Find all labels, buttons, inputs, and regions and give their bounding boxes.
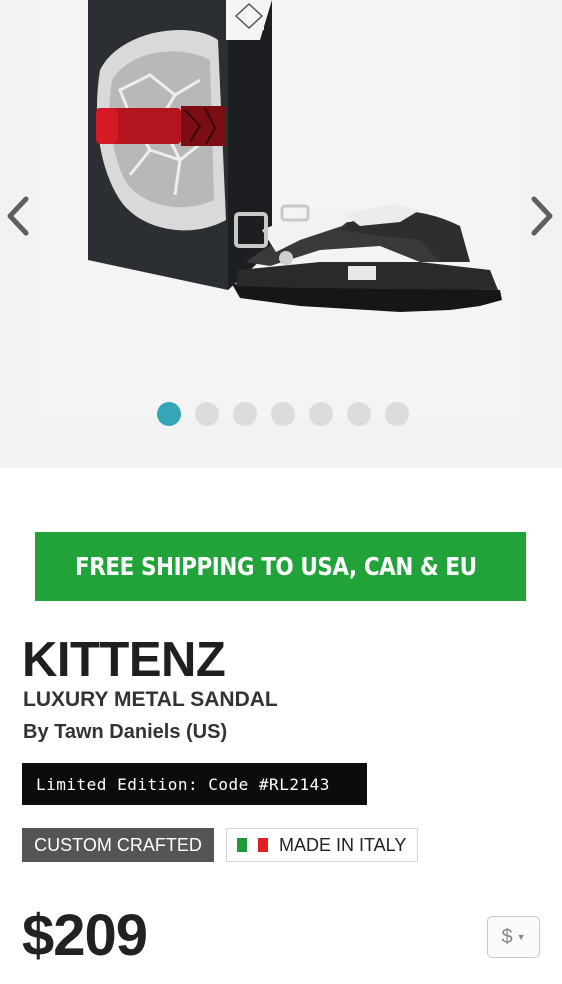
carousel-dot[interactable] — [309, 402, 333, 426]
currency-value: $ — [501, 925, 513, 948]
chevron-right-icon — [531, 196, 553, 236]
designer-link[interactable]: Tawn Daniels (US) — [54, 721, 227, 743]
carousel-dot[interactable] — [233, 402, 257, 426]
product-price: $209 — [22, 903, 148, 968]
carousel-dot[interactable] — [271, 402, 295, 426]
made-in-label: MADE IN ITALY — [279, 834, 407, 855]
prev-image-button[interactable] — [0, 192, 36, 240]
product-image[interactable] — [0, 0, 562, 468]
custom-crafted-badge: CUSTOM CRAFTED — [22, 828, 214, 862]
limited-edition-badge: Limited Edition: Code #RL2143 — [22, 763, 367, 805]
made-in-italy-badge: MADE IN ITALY — [226, 828, 418, 862]
designer-prefix: By — [23, 721, 55, 743]
carousel-dot[interactable] — [195, 402, 219, 426]
currency-select[interactable]: $ ▼ — [487, 916, 540, 958]
chevron-left-icon — [7, 196, 29, 236]
carousel-dot[interactable] — [385, 402, 409, 426]
shipping-text: FREE SHIPPING TO USA, CAN & EU — [75, 552, 477, 581]
product-gallery — [0, 0, 562, 468]
carousel-dot[interactable] — [157, 402, 181, 426]
free-shipping-banner: FREE SHIPPING TO USA, CAN & EU — [35, 532, 526, 601]
caret-down-icon: ▼ — [516, 932, 526, 942]
carousel-dot[interactable] — [347, 402, 371, 426]
italy-flag-icon — [237, 838, 269, 852]
product-designer: By Tawn Daniels (US) — [23, 721, 227, 744]
next-image-button[interactable] — [524, 192, 560, 240]
product-name: KITTENZ — [22, 633, 226, 687]
carousel-dots — [157, 402, 409, 426]
product-subtitle: LUXURY METAL SANDAL — [23, 688, 278, 711]
